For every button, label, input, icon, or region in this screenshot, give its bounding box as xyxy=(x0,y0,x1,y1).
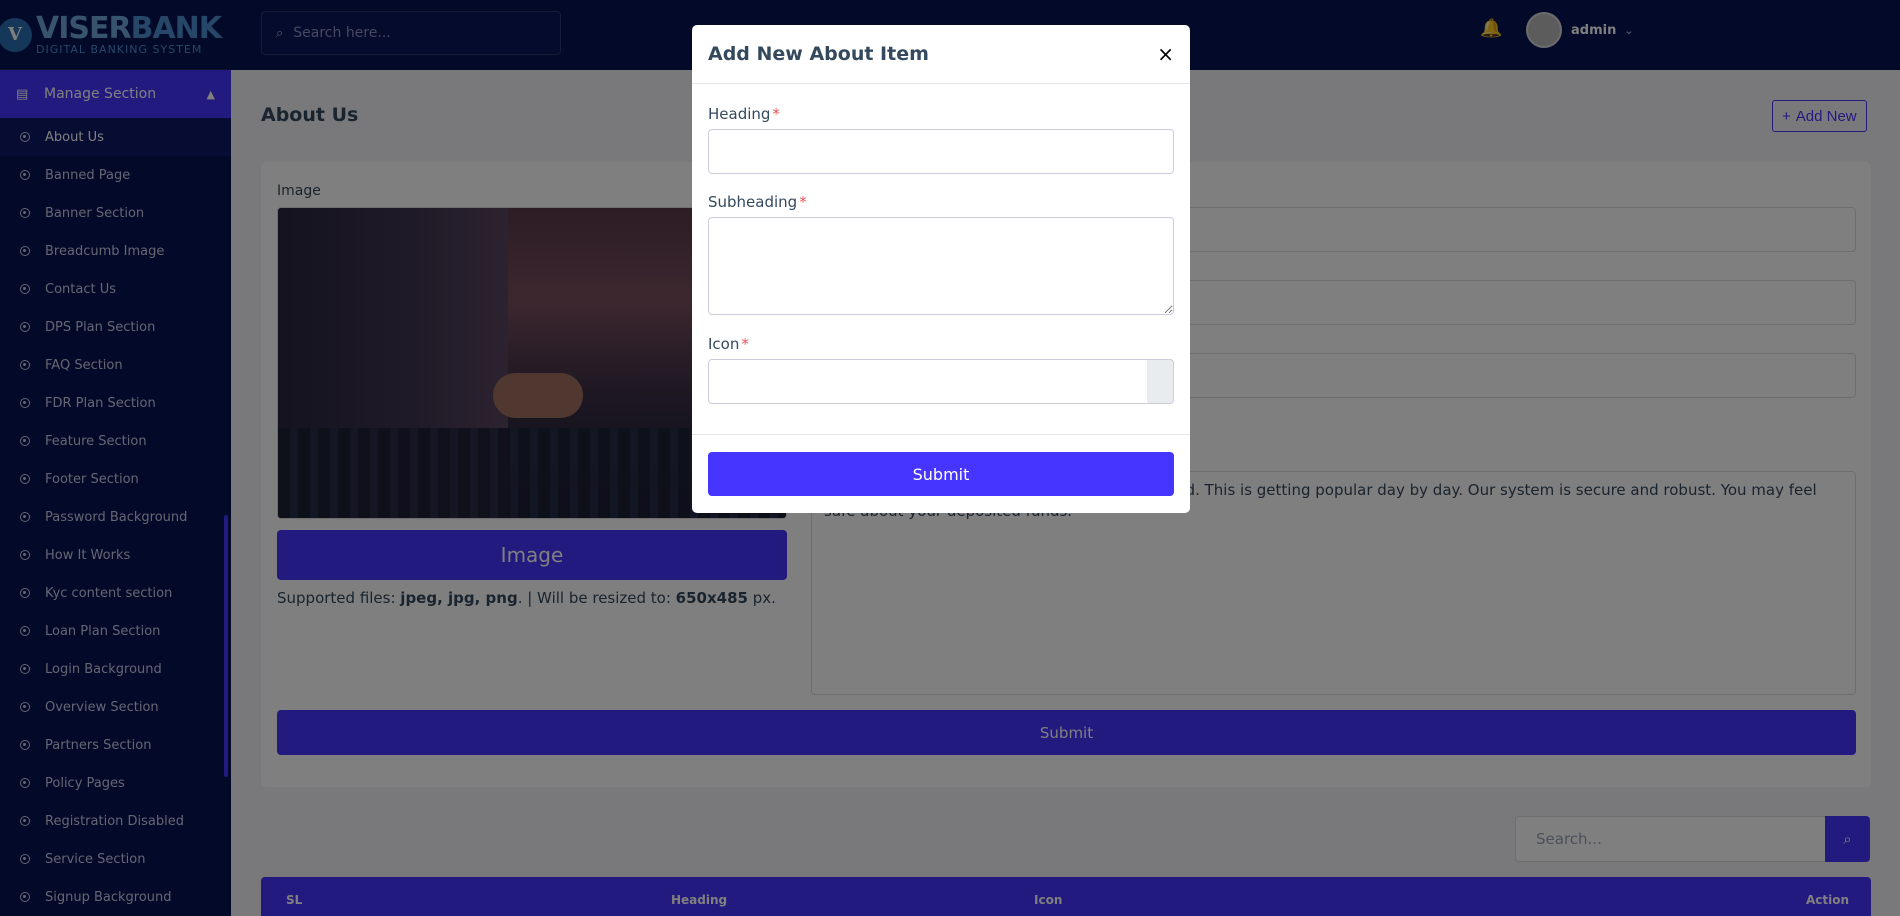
modal-heading-input[interactable] xyxy=(708,129,1174,174)
close-icon[interactable]: × xyxy=(1157,42,1174,66)
modal-title: Add New About Item xyxy=(708,43,929,65)
add-about-item-modal: Add New About Item × Heading * Subheading… xyxy=(692,25,1190,513)
required-mark: * xyxy=(799,193,807,211)
required-mark: * xyxy=(741,335,749,353)
modal-divider xyxy=(692,434,1190,435)
modal-submit-button[interactable]: Submit xyxy=(708,452,1174,496)
heading-label: Heading * xyxy=(708,105,780,123)
modal-header: Add New About Item × xyxy=(692,25,1190,84)
icon-picker-addon[interactable] xyxy=(1147,359,1174,404)
icon-label: Icon * xyxy=(708,335,749,353)
modal-subheading-textarea[interactable] xyxy=(708,217,1174,315)
modal-icon-input[interactable] xyxy=(708,359,1148,404)
required-mark: * xyxy=(772,105,780,123)
subheading-label: Subheading * xyxy=(708,193,807,211)
